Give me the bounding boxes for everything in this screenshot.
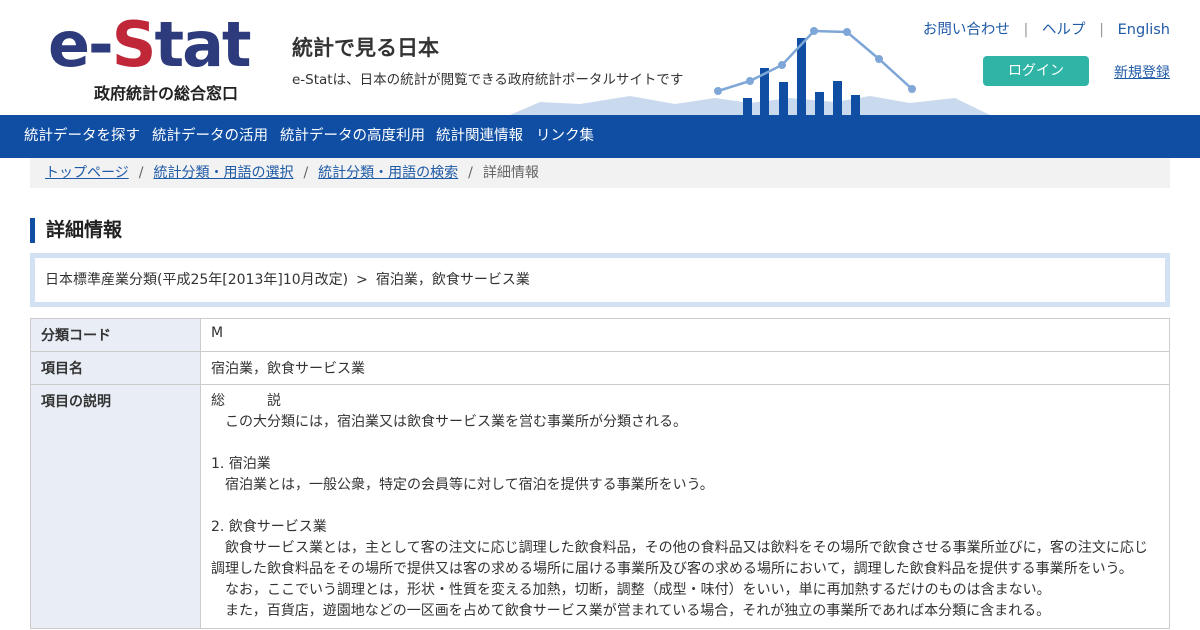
description-line: 2. 飲食サービス業: [211, 519, 327, 535]
util-separator: |: [1099, 22, 1105, 38]
page-title: 詳細情報: [30, 218, 122, 243]
util-separator: |: [1023, 22, 1029, 38]
breadcrumb-separator: /: [138, 165, 144, 181]
logo-subtitle: 政府統計の総合窓口: [94, 84, 239, 103]
description-line: [211, 496, 1159, 517]
chart-bar: [815, 92, 824, 115]
breadcrumb-classification-select[interactable]: 統計分類・用語の選択: [153, 165, 293, 181]
logo-suffix: tat: [154, 8, 251, 81]
utility-links: お問い合わせ | ヘルプ | English: [923, 18, 1170, 39]
code-label: 分類コード: [30, 318, 201, 352]
name-value: 宿泊業，飲食サービス業: [200, 351, 1170, 385]
breadcrumb-current: 詳細情報: [482, 165, 539, 181]
nav-item-advanced-use[interactable]: 統計データの高度利用: [280, 115, 425, 158]
description-line: 宿泊業とは，一般公衆，特定の会員等に対して宿泊を提供する事業所をいう。: [211, 477, 714, 493]
breadcrumb-separator: /: [303, 165, 309, 181]
chart-bar: [743, 98, 752, 115]
logo-wordmark: e-Stat: [48, 12, 252, 78]
chart-bar: [851, 95, 860, 115]
classification-path: 日本標準産業分類(平成25年[2013年]10月改定) > 宿泊業，飲食サービス業: [30, 253, 1170, 307]
nav-item-related-info[interactable]: 統計関連情報: [436, 115, 523, 158]
name-label: 項目名: [30, 351, 201, 385]
global-nav: 統計データを探す 統計データの活用 統計データの高度利用 統計関連情報 リンク集: [0, 115, 1200, 158]
chart-point: [714, 87, 722, 95]
description-value: 総 説 この大分類には，宿泊業又は飲食サービス業を営む事業所が分類される。 1.…: [200, 384, 1170, 629]
path-category: 宿泊業，飲食サービス業: [375, 272, 530, 288]
help-link[interactable]: ヘルプ: [1042, 22, 1086, 38]
logo-prefix: e-: [48, 8, 114, 81]
chart-point: [746, 77, 754, 85]
description-line: 1. 宿泊業: [211, 456, 271, 472]
site-title: 統計で見る日本: [292, 36, 439, 60]
register-link[interactable]: 新規登録: [1114, 62, 1170, 82]
contact-link[interactable]: お問い合わせ: [923, 22, 1010, 38]
path-arrow: >: [356, 272, 368, 288]
path-classification: 日本標準産業分類(平成25年[2013年]10月改定): [45, 272, 349, 288]
description-line: 総 説: [211, 393, 281, 409]
detail-table: 分類コード M 項目名 宿泊業，飲食サービス業 項目の説明 総 説 この大分類に…: [30, 318, 1170, 629]
description-line: この大分類には，宿泊業又は飲食サービス業を営む事業所が分類される。: [211, 414, 687, 430]
table-row: 項目名 宿泊業，飲食サービス業: [30, 351, 1170, 385]
breadcrumb-classification-search[interactable]: 統計分類・用語の検索: [318, 165, 458, 181]
breadcrumb-top-page[interactable]: トップページ: [45, 165, 129, 181]
nav-item-links[interactable]: リンク集: [536, 115, 594, 158]
chart-bar: [797, 38, 806, 115]
chart-bar: [833, 81, 842, 115]
chart-point: [810, 27, 818, 35]
english-link[interactable]: English: [1118, 22, 1170, 38]
nav-item-search-data[interactable]: 統計データを探す: [24, 115, 140, 158]
login-button[interactable]: ログイン: [983, 56, 1089, 86]
estat-logo[interactable]: e-Stat 政府統計の総合窓口: [48, 12, 252, 104]
description-label: 項目の説明: [30, 384, 201, 629]
site-header: e-Stat 政府統計の総合窓口 統計で見る日本 e-Statは、日本の統計が閲…: [0, 0, 1200, 115]
code-value: M: [200, 318, 1170, 352]
breadcrumb-separator: /: [468, 165, 473, 181]
chart-point: [875, 55, 883, 63]
chart-point: [778, 61, 786, 69]
chart-bar: [779, 82, 788, 115]
table-row: 項目の説明 総 説 この大分類には，宿泊業又は飲食サービス業を営む事業所が分類さ…: [30, 384, 1170, 629]
table-row: 分類コード M: [30, 318, 1170, 352]
chart-point: [843, 28, 851, 36]
description-line: [211, 433, 1159, 454]
chart-point: [908, 85, 916, 93]
breadcrumb: トップページ / 統計分類・用語の選択 / 統計分類・用語の検索 / 詳細情報: [30, 158, 1170, 188]
description-line: 飲食サービス業とは，主として客の注文に応じ調理した飲食料品，その他の食料品又は飲…: [211, 540, 1148, 577]
nav-item-use-data[interactable]: 統計データの活用: [152, 115, 268, 158]
description-line: また，百貨店，遊園地などの一区画を占めて飲食サービス業が営まれている場合，それが…: [211, 603, 1051, 619]
logo-s-letter: S: [111, 8, 157, 81]
description-line: なお，ここでいう調理とは，形状・性質を変える加熱，切断，調整（成型・味付）をいい…: [211, 582, 1051, 598]
